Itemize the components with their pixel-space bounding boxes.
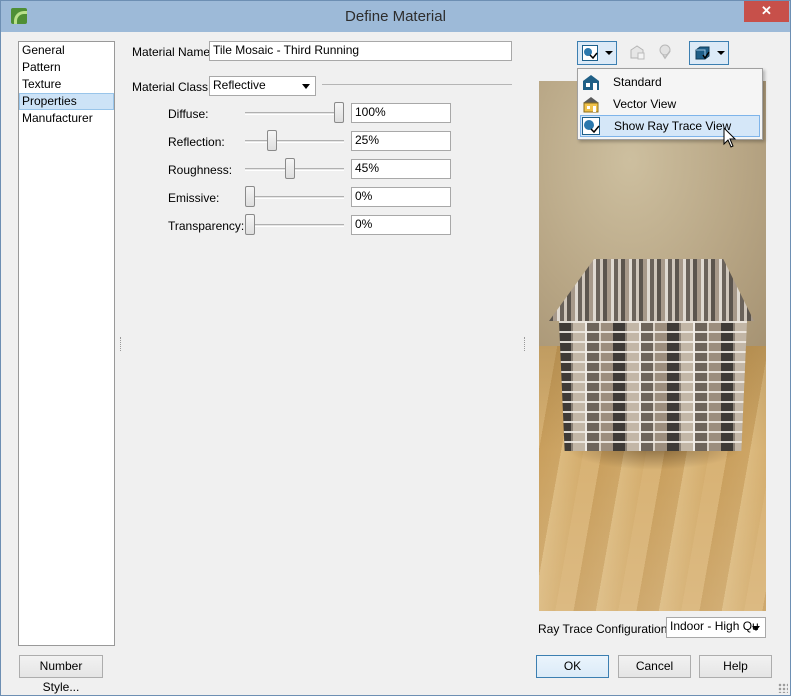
transparency-label: Transparency:	[168, 219, 245, 233]
help-button[interactable]: Help	[699, 655, 772, 678]
ray-trace-config-label: Ray Trace Configuration:	[538, 622, 671, 636]
material-class-select[interactable]: Reflective	[209, 76, 316, 96]
chevron-down-icon	[302, 84, 310, 89]
menu-item-standard[interactable]: Standard	[580, 71, 760, 93]
chevron-down-icon	[717, 51, 725, 55]
ray-trace-config-select[interactable]: Indoor - High Qu	[666, 617, 766, 638]
emissive-slider-track[interactable]	[245, 196, 344, 199]
transparency-slider-track[interactable]	[245, 224, 344, 227]
ray-trace-view-icon	[582, 117, 600, 135]
material-class-label: Material Class:	[132, 80, 212, 94]
ray-trace-view-icon	[582, 45, 598, 61]
roughness-label: Roughness:	[168, 163, 233, 177]
vector-view-icon	[583, 97, 599, 113]
view-mode-button[interactable]	[577, 41, 617, 65]
material-preview[interactable]	[539, 81, 766, 611]
cube-view-icon	[695, 46, 710, 60]
title-bar[interactable]: Define Material ✕	[1, 1, 790, 32]
emissive-label: Emissive:	[168, 191, 220, 205]
diffuse-input[interactable]: 100%	[351, 103, 451, 123]
diffuse-label: Diffuse:	[168, 107, 209, 121]
emissive-input[interactable]: 0%	[351, 187, 451, 207]
nav-item-texture[interactable]: Texture	[19, 76, 114, 93]
transparency-slider-thumb[interactable]	[245, 214, 255, 235]
right-splitter[interactable]	[524, 337, 526, 351]
category-list[interactable]: General Pattern Texture Properties Manuf…	[18, 41, 115, 646]
nav-item-properties[interactable]: Properties	[19, 93, 114, 110]
number-style-button[interactable]: Number Style...	[19, 655, 103, 694]
material-name-input[interactable]: Tile Mosaic - Third Running	[209, 41, 512, 61]
menu-item-vector-view[interactable]: Vector View	[580, 93, 760, 115]
material-sample-button[interactable]	[625, 41, 649, 65]
nav-item-general[interactable]: General	[19, 42, 114, 59]
eyedropper-material-icon	[659, 44, 671, 60]
cube-view-button[interactable]	[689, 41, 729, 65]
material-name-label: Material Name:	[132, 45, 214, 59]
cancel-button[interactable]: Cancel	[618, 655, 691, 678]
nav-item-manufacturer[interactable]: Manufacturer	[19, 110, 114, 127]
left-splitter[interactable]	[120, 337, 122, 351]
material-class-value: Reflective	[213, 78, 266, 92]
reflection-slider-thumb[interactable]	[267, 130, 277, 151]
material-sample-icon	[630, 45, 645, 60]
reflection-input[interactable]: 25%	[351, 131, 451, 151]
diffuse-slider-thumb[interactable]	[334, 102, 344, 123]
standard-view-icon	[583, 75, 599, 90]
mouse-cursor-icon	[723, 127, 737, 148]
chevron-down-icon	[605, 51, 613, 55]
roughness-input[interactable]: 45%	[351, 159, 451, 179]
preview-cube-front	[559, 321, 747, 451]
reflection-label: Reflection:	[168, 135, 225, 149]
roughness-slider-thumb[interactable]	[285, 158, 295, 179]
chevron-down-icon	[752, 626, 760, 631]
transparency-input[interactable]: 0%	[351, 215, 451, 235]
define-material-dialog: Define Material ✕ General Pattern Textur…	[0, 0, 791, 696]
emissive-slider-thumb[interactable]	[245, 186, 255, 207]
group-divider	[322, 84, 512, 85]
diffuse-slider-track[interactable]	[245, 112, 344, 115]
ray-trace-config-value: Indoor - High Qu	[670, 619, 759, 633]
reflection-slider-track[interactable]	[245, 140, 344, 143]
menu-label-show-ray-trace-view: Show Ray Trace View	[614, 119, 732, 133]
ok-button[interactable]: OK	[536, 655, 609, 678]
menu-label-vector-view: Vector View	[613, 97, 677, 111]
menu-label-standard: Standard	[613, 75, 662, 89]
close-button[interactable]: ✕	[744, 1, 789, 22]
resize-grip-icon[interactable]	[778, 683, 788, 693]
nav-item-pattern[interactable]: Pattern	[19, 59, 114, 76]
eyedropper-button[interactable]	[653, 41, 677, 65]
dialog-title: Define Material	[345, 8, 446, 25]
